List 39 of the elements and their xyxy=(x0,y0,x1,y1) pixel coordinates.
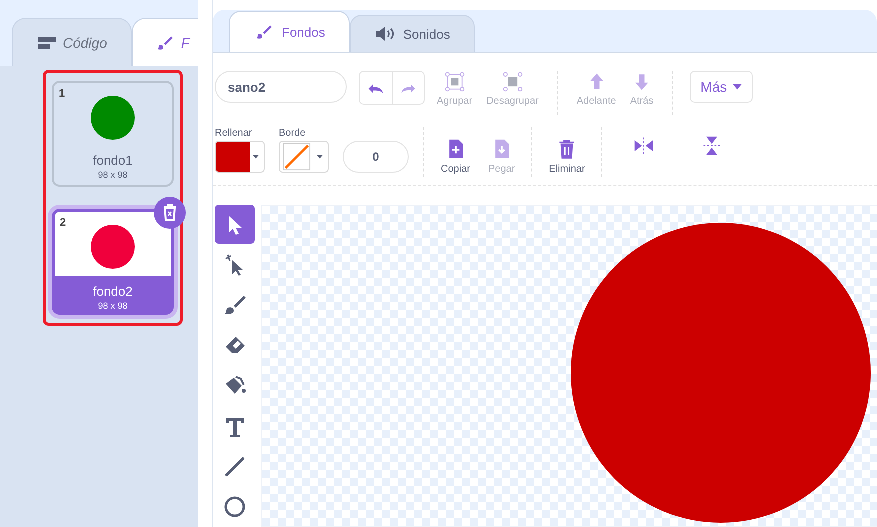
more-dropdown[interactable]: Más xyxy=(690,71,754,103)
flip-horizontal-icon[interactable] xyxy=(633,135,656,157)
costume-number: 2 xyxy=(60,217,66,229)
flip-vertical-icon[interactable] xyxy=(701,135,724,157)
costume-number: 1 xyxy=(59,88,66,100)
delete-icon[interactable] xyxy=(154,197,186,229)
brush-icon xyxy=(155,34,176,50)
outline-width-field[interactable]: 0 xyxy=(343,141,409,173)
tab[interactable]: Fondos xyxy=(229,11,350,52)
costume-name-field[interactable]: sano2 xyxy=(215,71,347,103)
drawing-canvas[interactable] xyxy=(261,205,877,527)
code-blocks-icon xyxy=(37,34,57,50)
group-icon xyxy=(444,71,466,93)
brush-icon xyxy=(254,24,274,40)
costume-size: 98 x 98 xyxy=(98,170,128,180)
costume-name: fondo2 xyxy=(93,284,133,299)
outline-color-picker[interactable] xyxy=(279,141,329,173)
fill-label: Rellenar xyxy=(215,128,254,139)
outline-label: Borde xyxy=(279,128,307,139)
circle-shape[interactable] xyxy=(571,223,871,523)
caret-icon xyxy=(733,84,742,90)
tab[interactable]: F xyxy=(132,18,198,66)
costume-card[interactable]: 1 fondo1 98 x 98 xyxy=(52,81,174,187)
brush-icon xyxy=(223,293,247,318)
costume-size: 98 x 98 xyxy=(98,301,128,311)
caret-icon xyxy=(317,155,323,159)
costume-name: fondo1 xyxy=(93,153,133,168)
ungroup-icon xyxy=(502,71,524,93)
delete-button[interactable]: Eliminar xyxy=(547,138,588,175)
select-tool[interactable] xyxy=(215,205,255,244)
copy-button[interactable]: Copiar xyxy=(439,138,472,175)
speaker-icon xyxy=(375,26,396,42)
no-color-swatch-icon xyxy=(283,143,311,171)
line-icon xyxy=(223,454,247,479)
fill-color-picker[interactable] xyxy=(215,141,265,173)
tab[interactable]: Sonidos xyxy=(350,15,476,52)
circle-icon xyxy=(223,495,247,520)
caret-icon xyxy=(253,155,259,159)
tab[interactable]: Código xyxy=(12,18,132,66)
